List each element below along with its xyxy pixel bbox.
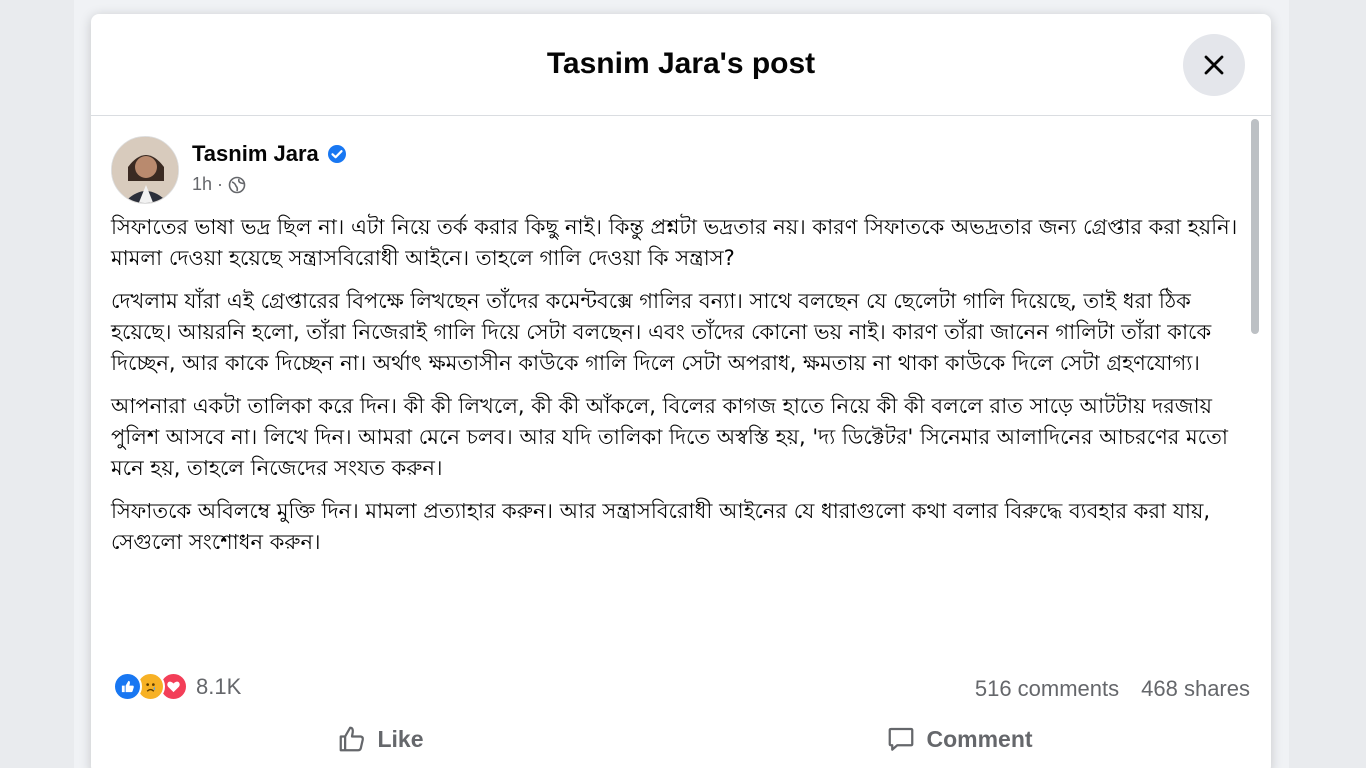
close-button[interactable] xyxy=(1183,34,1245,96)
author-row: Tasnim Jara xyxy=(192,141,347,167)
engagement-stats: 516 comments 468 shares xyxy=(975,676,1250,702)
comments-count[interactable]: 516 comments xyxy=(975,676,1119,702)
post-paragraph: দেখলাম যাঁরা এই গ্রেপ্তারের বিপক্ষে লিখছ… xyxy=(111,289,1212,375)
comment-button[interactable]: Comment xyxy=(670,714,1249,764)
verified-badge-icon xyxy=(327,145,346,163)
post-paragraph: সিফাতকে অবিলম্বে মুক্তি দিন। মামলা প্রত্… xyxy=(111,499,1211,554)
meta-separator: · xyxy=(217,174,224,194)
author-name[interactable]: Tasnim Jara xyxy=(192,141,319,167)
like-label: Like xyxy=(377,725,424,752)
post-paragraph: সিফাতের ভাষা ভদ্র ছিল না। এটা নিয়ে তর্ক… xyxy=(111,215,1238,270)
reactions-summary[interactable]: 8.1K xyxy=(113,672,241,701)
scrollbar-thumb[interactable] xyxy=(1251,119,1259,334)
comment-icon xyxy=(889,727,914,751)
post-text: সিফাতের ভাষা ভদ্র ছিল না। এটা নিয়ে তর্ক… xyxy=(111,212,1251,570)
modal-title: Tasnim Jara's post xyxy=(546,47,816,80)
avatar[interactable] xyxy=(111,136,179,204)
close-icon xyxy=(1204,55,1224,75)
comment-label: Comment xyxy=(926,725,1033,752)
post-paragraph: আপনারা একটা তালিকা করে দিন। কী কী লিখলে,… xyxy=(111,394,1228,480)
reaction-count[interactable]: 8.1K xyxy=(196,674,241,700)
like-button[interactable]: Like xyxy=(91,714,670,764)
post-time[interactable]: 1h xyxy=(192,174,212,195)
shares-count[interactable]: 468 shares xyxy=(1141,676,1250,702)
thumbs-up-icon xyxy=(340,726,365,752)
modal-header: Tasnim Jara's post xyxy=(91,14,1271,116)
action-bar: Like Comment xyxy=(91,714,1249,764)
post-modal: Tasnim Jara's post Tasnim Jara 1h · সিফা… xyxy=(91,14,1271,768)
globe-icon[interactable] xyxy=(228,176,246,194)
like-icon xyxy=(113,672,142,701)
post-meta: 1h · xyxy=(192,174,246,195)
